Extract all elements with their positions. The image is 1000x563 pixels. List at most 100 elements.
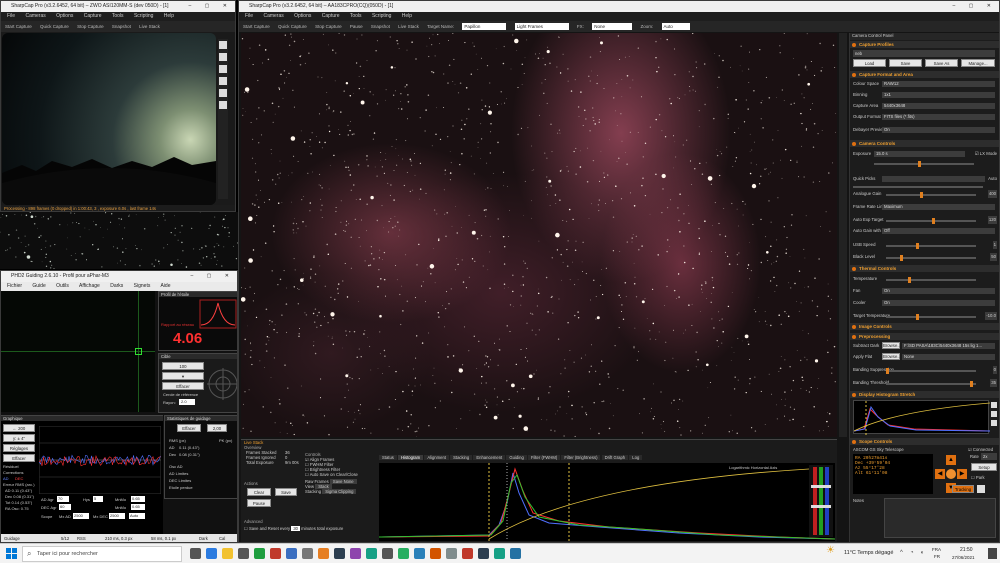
small-menu-help[interactable]: Help bbox=[164, 13, 174, 19]
ad-agr-input[interactable]: 70 bbox=[57, 496, 69, 502]
banding-thresh-slider[interactable] bbox=[886, 383, 976, 385]
tab-filter-fwhm[interactable]: Filter (FWHM) bbox=[527, 455, 561, 460]
stacking-select[interactable]: Sigma Clipping bbox=[322, 489, 357, 494]
rayon-input[interactable]: 2.0 bbox=[179, 399, 195, 405]
phd-target-clear-button[interactable]: Effacer bbox=[162, 382, 204, 390]
histogram-auto-icon[interactable] bbox=[991, 411, 997, 417]
side-tool-icon[interactable] bbox=[219, 77, 227, 85]
save-stack-button[interactable]: Save bbox=[275, 488, 297, 496]
stop-capture-button[interactable]: Stop Capture bbox=[315, 24, 342, 29]
small-snapshot-button[interactable]: Snapshot bbox=[112, 24, 131, 29]
small-window-controls[interactable]: – ▢ ✕ bbox=[189, 1, 233, 12]
legend-corrections[interactable]: Corrections bbox=[3, 470, 23, 475]
app-icon[interactable] bbox=[270, 548, 281, 559]
target-temp-slider[interactable] bbox=[886, 316, 976, 318]
graph-settings-button[interactable]: Réglages bbox=[3, 444, 35, 452]
main-menu-cameras[interactable]: Cameras bbox=[263, 13, 283, 19]
lang-indicator-sub[interactable]: FR bbox=[934, 554, 940, 559]
scope-tracking-button[interactable]: Tracking bbox=[952, 485, 974, 493]
gain-slider[interactable] bbox=[886, 194, 976, 196]
small-stop-capture-button[interactable]: Stop Capture bbox=[77, 24, 104, 29]
small-menu-file[interactable]: File bbox=[7, 13, 15, 19]
main-menu-file[interactable]: File bbox=[245, 13, 253, 19]
snapshot-button[interactable]: Snapshot bbox=[371, 24, 390, 29]
output-format-select[interactable]: FITS files (*.fits) bbox=[882, 114, 995, 120]
black-level-value[interactable]: 50 bbox=[990, 253, 997, 261]
apply-flat-select[interactable]: None bbox=[902, 354, 995, 360]
capture-area-select[interactable]: 5440x3648 bbox=[882, 103, 995, 109]
display-histogram[interactable] bbox=[853, 400, 991, 435]
tab-status[interactable]: Status bbox=[379, 455, 397, 460]
gain-slider-thumb[interactable] bbox=[920, 192, 923, 198]
tab-alignment[interactable]: Alignment bbox=[424, 455, 449, 460]
tab-drift-graph[interactable]: Drift Graph bbox=[601, 455, 629, 460]
scope-connected[interactable]: ☑ Connected bbox=[968, 447, 993, 452]
frame-type-select[interactable]: Light Frames bbox=[514, 23, 569, 31]
hys-input[interactable]: 5 bbox=[93, 496, 103, 502]
apply-flat-browse[interactable]: Browse... bbox=[882, 353, 901, 360]
banding-supp-slider[interactable] bbox=[886, 370, 976, 372]
phd-guide-camera-view[interactable] bbox=[1, 291, 155, 412]
subtract-dark-select[interactable]: F:\SD PASA\183C\5440x3648 15s lig 1... bbox=[902, 343, 995, 349]
task-view-icon[interactable] bbox=[190, 548, 201, 559]
pause-button[interactable]: Pause bbox=[350, 24, 363, 29]
section-display-histogram[interactable]: Display Histogram Stretch bbox=[850, 391, 999, 398]
lang-indicator[interactable]: FRA bbox=[932, 547, 941, 552]
main-menu-scripting[interactable]: Scripting bbox=[372, 13, 391, 19]
quick-picks-auto[interactable]: Auto bbox=[988, 175, 997, 183]
section-camera-controls[interactable]: Camera Controls bbox=[850, 140, 999, 147]
usb-speed-slider[interactable] bbox=[886, 245, 976, 247]
stats-select[interactable]: 2,00 bbox=[207, 424, 227, 432]
main-menu-capture[interactable]: Capture bbox=[322, 13, 340, 19]
side-tool-icon[interactable] bbox=[219, 65, 227, 73]
circle-ref-label[interactable]: Cercle de référence bbox=[163, 392, 198, 397]
banding-thresh-slider-thumb[interactable] bbox=[970, 381, 973, 387]
tab-guiding[interactable]: Guiding bbox=[506, 455, 527, 460]
phd-menu-darks[interactable]: Darks bbox=[110, 283, 123, 289]
side-tool-icon[interactable] bbox=[219, 41, 227, 49]
windows-start-icon[interactable] bbox=[6, 548, 17, 559]
banding-supp-value[interactable]: 0 bbox=[992, 366, 997, 374]
graph-clear-button[interactable]: Effacer bbox=[3, 454, 35, 462]
small-menu-cameras[interactable]: Cameras bbox=[25, 13, 45, 19]
tab-log[interactable]: Log bbox=[629, 455, 643, 460]
binning-select[interactable]: 1x1 bbox=[882, 92, 995, 98]
auto-gain-select[interactable]: Off bbox=[882, 228, 995, 234]
side-tool-icon[interactable] bbox=[219, 89, 227, 97]
small-menu-capture[interactable]: Capture bbox=[84, 13, 102, 19]
exposure-slider[interactable] bbox=[874, 163, 974, 165]
phd-guide-100-button[interactable]: 100 bbox=[162, 362, 204, 370]
phd-menu-aide[interactable]: Aide bbox=[160, 283, 170, 289]
taskbar-search-box[interactable]: ⌕ Taper ici pour rechercher bbox=[22, 546, 182, 562]
usb-speed-value[interactable]: 1 bbox=[992, 241, 997, 249]
section-image-controls[interactable]: Image Controls bbox=[850, 323, 999, 330]
profile-save-button[interactable]: Save bbox=[889, 59, 922, 67]
edge-icon[interactable] bbox=[206, 548, 217, 559]
tab-stacking[interactable]: Stacking bbox=[450, 455, 473, 460]
dec-mode-select[interactable]: Auto bbox=[129, 513, 145, 519]
lx-mode-check[interactable]: ☑ LX Mode bbox=[975, 150, 997, 158]
app-icon[interactable] bbox=[302, 548, 313, 559]
auto-exp-target-value[interactable]: 120 bbox=[987, 216, 997, 224]
section-capture-format[interactable]: Capture Format and Area bbox=[850, 71, 999, 78]
side-tool-icon[interactable] bbox=[219, 101, 227, 109]
slew-west-icon[interactable]: ◀ bbox=[935, 469, 945, 479]
phd-guide-star[interactable] bbox=[135, 348, 142, 355]
app-icon[interactable] bbox=[430, 548, 441, 559]
app-icon[interactable] bbox=[494, 548, 505, 559]
auto-exp-slider[interactable] bbox=[886, 220, 976, 222]
usb-speed-slider-thumb[interactable] bbox=[916, 243, 919, 249]
stats-clear-button[interactable]: Effacer bbox=[177, 424, 201, 432]
profile-save-as-button[interactable]: Save As bbox=[925, 59, 958, 67]
colour-space-select[interactable]: RAW12 bbox=[882, 81, 995, 87]
small-live-stack-button[interactable]: Live Stack bbox=[139, 24, 160, 29]
phd-menu-affichage[interactable]: Affichage bbox=[79, 283, 100, 289]
auto-exp-slider-thumb[interactable] bbox=[932, 218, 935, 224]
weather-icon[interactable]: ☀ bbox=[826, 545, 844, 561]
profile-select[interactable]: neb bbox=[853, 50, 995, 57]
app-icon[interactable] bbox=[462, 548, 473, 559]
scope-tracking-icon[interactable] bbox=[977, 485, 985, 493]
phd2-icon[interactable] bbox=[366, 548, 377, 559]
slew-east-icon[interactable]: ▶ bbox=[957, 469, 967, 479]
slew-north-icon[interactable]: ▲ bbox=[946, 455, 956, 465]
